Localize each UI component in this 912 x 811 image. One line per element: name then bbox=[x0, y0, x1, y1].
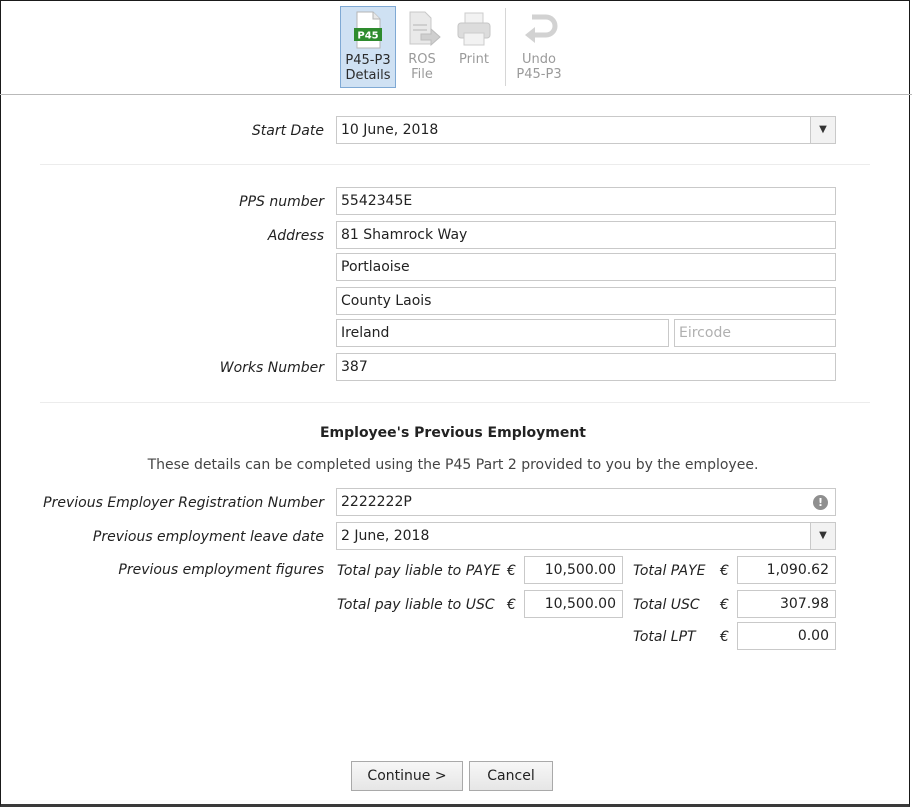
euro-symbol: € bbox=[720, 597, 729, 613]
leave-date-label: Previous employment leave date bbox=[92, 529, 324, 545]
euro-symbol: € bbox=[720, 629, 729, 645]
ros-label: ROS bbox=[408, 52, 436, 67]
file-label: File bbox=[411, 67, 433, 82]
start-date-value: 10 June, 2018 bbox=[341, 122, 439, 138]
p45-document-icon: P45 bbox=[354, 11, 382, 49]
start-date-label: Start Date bbox=[251, 123, 324, 139]
euro-symbol: € bbox=[507, 563, 516, 579]
works-number-label: Works Number bbox=[219, 360, 324, 376]
address-label: Address bbox=[267, 228, 324, 244]
address-line-2-input[interactable]: Portlaoise bbox=[336, 253, 836, 281]
start-date-select[interactable]: 10 June, 2018 ▼ bbox=[336, 116, 836, 144]
ros-file-button[interactable]: ROS File bbox=[394, 6, 450, 88]
previous-employer-reg-input[interactable]: 2222222P ! bbox=[336, 488, 836, 516]
euro-symbol: € bbox=[507, 597, 516, 613]
euro-symbol: € bbox=[720, 563, 729, 579]
previous-employment-heading: Employee's Previous Employment bbox=[319, 425, 587, 441]
address-line-4-input[interactable]: Ireland bbox=[336, 319, 669, 347]
print-label: Print bbox=[459, 52, 489, 67]
cancel-button[interactable]: Cancel bbox=[469, 761, 553, 791]
continue-button[interactable]: Continue > bbox=[351, 761, 463, 791]
ros-file-icon bbox=[409, 11, 441, 47]
divider bbox=[40, 402, 870, 403]
pay-liable-usc-label: Total pay liable to USC bbox=[337, 597, 495, 613]
total-paye-input[interactable]: 1,090.62 bbox=[737, 556, 836, 584]
employment-figures-label: Previous employment figures bbox=[118, 562, 324, 578]
undo-label: Undo bbox=[522, 52, 556, 67]
undo-p45-p3-button[interactable]: Undo P45-P3 bbox=[511, 6, 567, 88]
pay-liable-usc-input[interactable]: 10,500.00 bbox=[524, 590, 623, 618]
toolbar: P45 P45-P3 Details ROS File Print Undo P… bbox=[0, 0, 912, 95]
leave-date-select[interactable]: 2 June, 2018 ▼ bbox=[336, 522, 836, 550]
p45-p3-label: P45-P3 bbox=[345, 53, 391, 68]
previous-employment-note: These details can be completed using the… bbox=[147, 457, 759, 473]
eircode-input[interactable]: Eircode bbox=[674, 319, 836, 347]
printer-icon bbox=[457, 12, 491, 46]
pay-liable-paye-label: Total pay liable to PAYE bbox=[337, 563, 501, 579]
address-line-1-input[interactable]: 81 Shamrock Way bbox=[336, 221, 836, 249]
leave-date-value: 2 June, 2018 bbox=[341, 528, 430, 544]
pps-number-input[interactable]: 5542345E bbox=[336, 187, 836, 215]
address-line-3-input[interactable]: County Laois bbox=[336, 287, 836, 315]
undo-icon bbox=[525, 14, 558, 43]
pay-liable-paye-input[interactable]: 10,500.00 bbox=[524, 556, 623, 584]
details-label: Details bbox=[345, 68, 391, 83]
pps-number-label: PPS number bbox=[239, 194, 324, 210]
total-lpt-label: Total LPT bbox=[633, 629, 696, 645]
total-paye-label: Total PAYE bbox=[633, 563, 706, 579]
undo-p45-label: P45-P3 bbox=[516, 67, 562, 82]
toolbar-separator bbox=[505, 8, 506, 86]
dropdown-arrow-icon[interactable]: ▼ bbox=[810, 523, 835, 549]
works-number-input[interactable]: 387 bbox=[336, 353, 836, 381]
warning-icon: ! bbox=[813, 495, 828, 510]
svg-text:P45: P45 bbox=[357, 31, 378, 42]
print-button[interactable]: Print bbox=[446, 6, 502, 88]
total-usc-input[interactable]: 307.98 bbox=[737, 590, 836, 618]
total-usc-label: Total USC bbox=[633, 597, 700, 613]
dropdown-arrow-icon[interactable]: ▼ bbox=[810, 117, 835, 143]
p45-p3-details-button[interactable]: P45 P45-P3 Details bbox=[340, 6, 396, 88]
total-lpt-input[interactable]: 0.00 bbox=[737, 622, 836, 650]
previous-employer-reg-value: 2222222P bbox=[341, 494, 412, 510]
previous-employer-reg-label: Previous Employer Registration Number bbox=[43, 495, 324, 511]
divider bbox=[40, 164, 870, 165]
